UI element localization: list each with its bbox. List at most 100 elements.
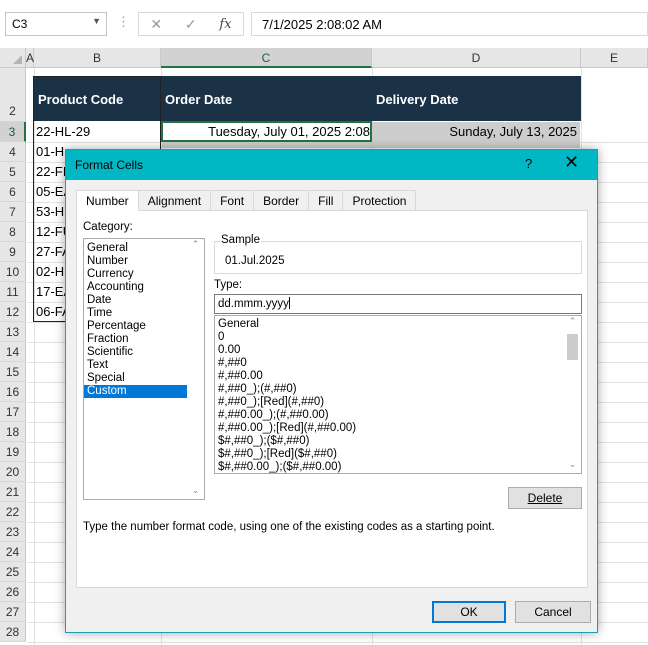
row-header-4[interactable]: 4 bbox=[0, 142, 26, 162]
column-header-d[interactable]: D bbox=[372, 48, 581, 68]
row-header-28[interactable]: 28 bbox=[0, 622, 26, 642]
category-item-fraction[interactable]: Fraction bbox=[84, 333, 187, 346]
format-list-scrollbar[interactable]: ⌃ ⌄ bbox=[564, 316, 581, 473]
row-header-27[interactable]: 27 bbox=[0, 602, 26, 622]
category-item-accounting[interactable]: Accounting bbox=[84, 281, 187, 294]
format-code-item[interactable]: #,##0.00_);(#,##0.00) bbox=[215, 409, 581, 422]
tab-fill[interactable]: Fill bbox=[308, 190, 344, 210]
chevron-down-icon[interactable]: ▼ bbox=[92, 16, 101, 26]
dialog-titlebar[interactable]: Format Cells ? ✕ bbox=[66, 150, 597, 180]
row-header-23[interactable]: 23 bbox=[0, 522, 26, 542]
name-box[interactable]: C3 ▼ bbox=[5, 12, 107, 36]
format-code-item[interactable]: #,##0 bbox=[215, 357, 581, 370]
row-header-9[interactable]: 9 bbox=[0, 242, 26, 262]
category-item-general[interactable]: General bbox=[84, 242, 187, 255]
category-item-custom[interactable]: Custom bbox=[84, 385, 187, 398]
row-header-11[interactable]: 11 bbox=[0, 282, 26, 302]
row-header-19[interactable]: 19 bbox=[0, 442, 26, 462]
format-code-item[interactable]: 0.00 bbox=[215, 344, 581, 357]
scroll-up-icon[interactable]: ⌃ bbox=[564, 316, 581, 330]
row-header-22[interactable]: 22 bbox=[0, 502, 26, 522]
row-header-17[interactable]: 17 bbox=[0, 402, 26, 422]
row-header-15[interactable]: 15 bbox=[0, 362, 26, 382]
cancel-button[interactable]: Cancel bbox=[515, 601, 591, 623]
category-item-text[interactable]: Text bbox=[84, 359, 187, 372]
row-header-18[interactable]: 18 bbox=[0, 422, 26, 442]
category-item-scientific[interactable]: Scientific bbox=[84, 346, 187, 359]
cancel-icon[interactable]: ✕ bbox=[150, 16, 162, 33]
row-header-5[interactable]: 5 bbox=[0, 162, 26, 182]
row-header-6[interactable]: 6 bbox=[0, 182, 26, 202]
category-item-currency[interactable]: Currency bbox=[84, 268, 187, 281]
category-list[interactable]: General Number Currency Accounting Date Time P… bbox=[83, 238, 205, 500]
tab-number[interactable]: Number bbox=[76, 190, 139, 211]
insert-function-icon[interactable]: fx bbox=[219, 17, 231, 32]
type-input-value: dd.mmm.yyyy bbox=[218, 298, 289, 310]
header-order-date[interactable]: Order Date bbox=[161, 76, 372, 121]
row-header-20[interactable]: 20 bbox=[0, 462, 26, 482]
category-scrollbar[interactable]: ⌃ ⌄ bbox=[187, 239, 204, 499]
dialog-title: Format Cells bbox=[75, 158, 144, 172]
category-item-special[interactable]: Special bbox=[84, 372, 187, 385]
help-icon[interactable]: ? bbox=[525, 156, 532, 171]
tab-protection[interactable]: Protection bbox=[342, 190, 417, 210]
row-header-10[interactable]: 10 bbox=[0, 262, 26, 282]
row-header-16[interactable]: 16 bbox=[0, 382, 26, 402]
delete-button[interactable]: Delete bbox=[508, 487, 582, 509]
row-header-13[interactable]: 13 bbox=[0, 322, 26, 342]
scroll-down-icon[interactable]: ⌄ bbox=[564, 459, 581, 473]
category-item-date[interactable]: Date bbox=[84, 294, 187, 307]
format-code-item[interactable]: General bbox=[215, 318, 581, 331]
row-header-25[interactable]: 25 bbox=[0, 562, 26, 582]
close-icon[interactable]: ✕ bbox=[564, 152, 579, 173]
ok-button[interactable]: OK bbox=[432, 601, 506, 623]
column-header-b[interactable]: B bbox=[34, 48, 161, 68]
category-item-time[interactable]: Time bbox=[84, 307, 187, 320]
column-header-c[interactable]: C bbox=[161, 48, 372, 68]
row-header-26[interactable]: 26 bbox=[0, 582, 26, 602]
more-icon[interactable]: ⋮ bbox=[117, 14, 130, 30]
format-code-item[interactable]: #,##0_);(#,##0) bbox=[215, 383, 581, 396]
row-header-8[interactable]: 8 bbox=[0, 222, 26, 242]
format-code-item[interactable]: #,##0.00_);[Red](#,##0.00) bbox=[215, 422, 581, 435]
category-item-percentage[interactable]: Percentage bbox=[84, 320, 187, 333]
row-header-21[interactable]: 21 bbox=[0, 482, 26, 502]
formula-buttons: ✕ ✓ fx bbox=[138, 12, 244, 36]
format-code-item[interactable]: 0 bbox=[215, 331, 581, 344]
column-header-e[interactable]: E bbox=[581, 48, 648, 68]
tab-alignment[interactable]: Alignment bbox=[137, 190, 212, 210]
format-code-item[interactable]: $#,##0_);($#,##0) bbox=[215, 435, 581, 448]
row-gridline bbox=[27, 642, 648, 643]
format-code-list[interactable]: General 0 0.00 #,##0 #,##0.00 #,##0_);(#,##0)… bbox=[214, 315, 582, 474]
formula-input[interactable]: 7/1/2025 2:08:02 AM bbox=[251, 12, 648, 36]
row-header-14[interactable]: 14 bbox=[0, 342, 26, 362]
type-input[interactable]: dd.mmm.yyyy bbox=[214, 294, 582, 314]
category-item-number[interactable]: Number bbox=[84, 255, 187, 268]
row-header-2[interactable]: 2 bbox=[0, 68, 26, 122]
format-code-item[interactable]: #,##0_);[Red](#,##0) bbox=[215, 396, 581, 409]
scroll-thumb[interactable] bbox=[567, 334, 578, 360]
row-header-3[interactable]: 3 bbox=[0, 122, 26, 142]
category-items: General Number Currency Accounting Date Time P… bbox=[84, 239, 204, 398]
text-caret bbox=[288, 297, 290, 309]
format-code-item[interactable]: #,##0.00 bbox=[215, 370, 581, 383]
active-cell-cursor bbox=[161, 121, 372, 142]
scroll-up-icon[interactable]: ⌃ bbox=[187, 239, 204, 253]
column-header-a[interactable]: A bbox=[26, 48, 34, 68]
select-all-button[interactable] bbox=[0, 48, 26, 68]
check-icon[interactable]: ✓ bbox=[185, 16, 197, 33]
tab-border[interactable]: Border bbox=[253, 190, 310, 210]
row-header-24[interactable]: 24 bbox=[0, 542, 26, 562]
category-label: Category: bbox=[83, 221, 133, 233]
tab-font[interactable]: Font bbox=[210, 190, 255, 210]
scroll-down-icon[interactable]: ⌄ bbox=[187, 485, 204, 499]
cell-d3[interactable]: Sunday, July 13, 2025 bbox=[374, 122, 579, 142]
formula-bar: C3 ▼ ⋮ ✕ ✓ fx 7/1/2025 2:08:02 AM bbox=[0, 0, 648, 48]
row-header-12[interactable]: 12 bbox=[0, 302, 26, 322]
format-code-item[interactable]: $#,##0_);[Red]($#,##0) bbox=[215, 448, 581, 461]
header-delivery-date[interactable]: Delivery Date bbox=[372, 76, 581, 121]
sample-label: Sample bbox=[220, 234, 261, 246]
format-code-item[interactable]: $#,##0.00_);($#,##0.00) bbox=[215, 461, 581, 474]
format-description: Type the number format code, using one o… bbox=[83, 521, 495, 533]
row-header-7[interactable]: 7 bbox=[0, 202, 26, 222]
